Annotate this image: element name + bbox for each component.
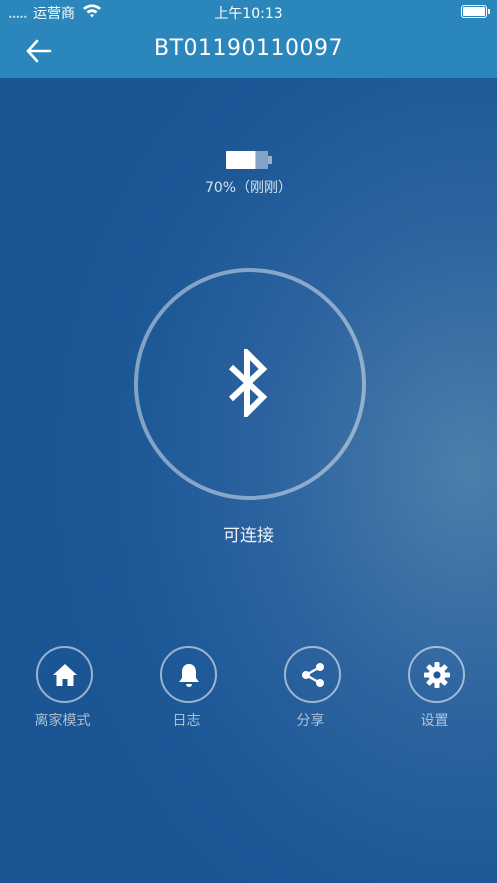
battery-status-text: 70%（刚刚） [204, 180, 293, 196]
settings-label: 设置 [420, 713, 449, 729]
share-icon [301, 662, 324, 687]
bell-icon [178, 663, 199, 687]
status-time: 上午10:13 [214, 6, 283, 22]
battery-full-icon [461, 5, 490, 18]
connection-status: 可连接 [223, 526, 274, 546]
status-bar: ••••• 运营商 上午10:13 [0, 0, 497, 24]
nav-bar: BT01190110097 [0, 24, 497, 78]
bluetooth-icon [228, 349, 268, 417]
device-battery-icon [226, 151, 272, 169]
log-label: 日志 [172, 713, 201, 729]
settings-button[interactable]: 设置 [391, 646, 483, 736]
away-mode-button[interactable]: 离家模式 [19, 646, 111, 736]
log-icon-circle [160, 646, 217, 703]
share-label: 分享 [296, 713, 325, 729]
away-mode-label: 离家模式 [34, 713, 91, 729]
gear-icon [423, 661, 450, 688]
page-title: BT01190110097 [154, 36, 343, 61]
log-button[interactable]: 日志 [143, 646, 235, 736]
share-button[interactable]: 分享 [267, 646, 359, 736]
home-icon [52, 663, 77, 686]
share-icon-circle [284, 646, 341, 703]
away-mode-icon-circle [36, 646, 93, 703]
settings-icon-circle [408, 646, 465, 703]
